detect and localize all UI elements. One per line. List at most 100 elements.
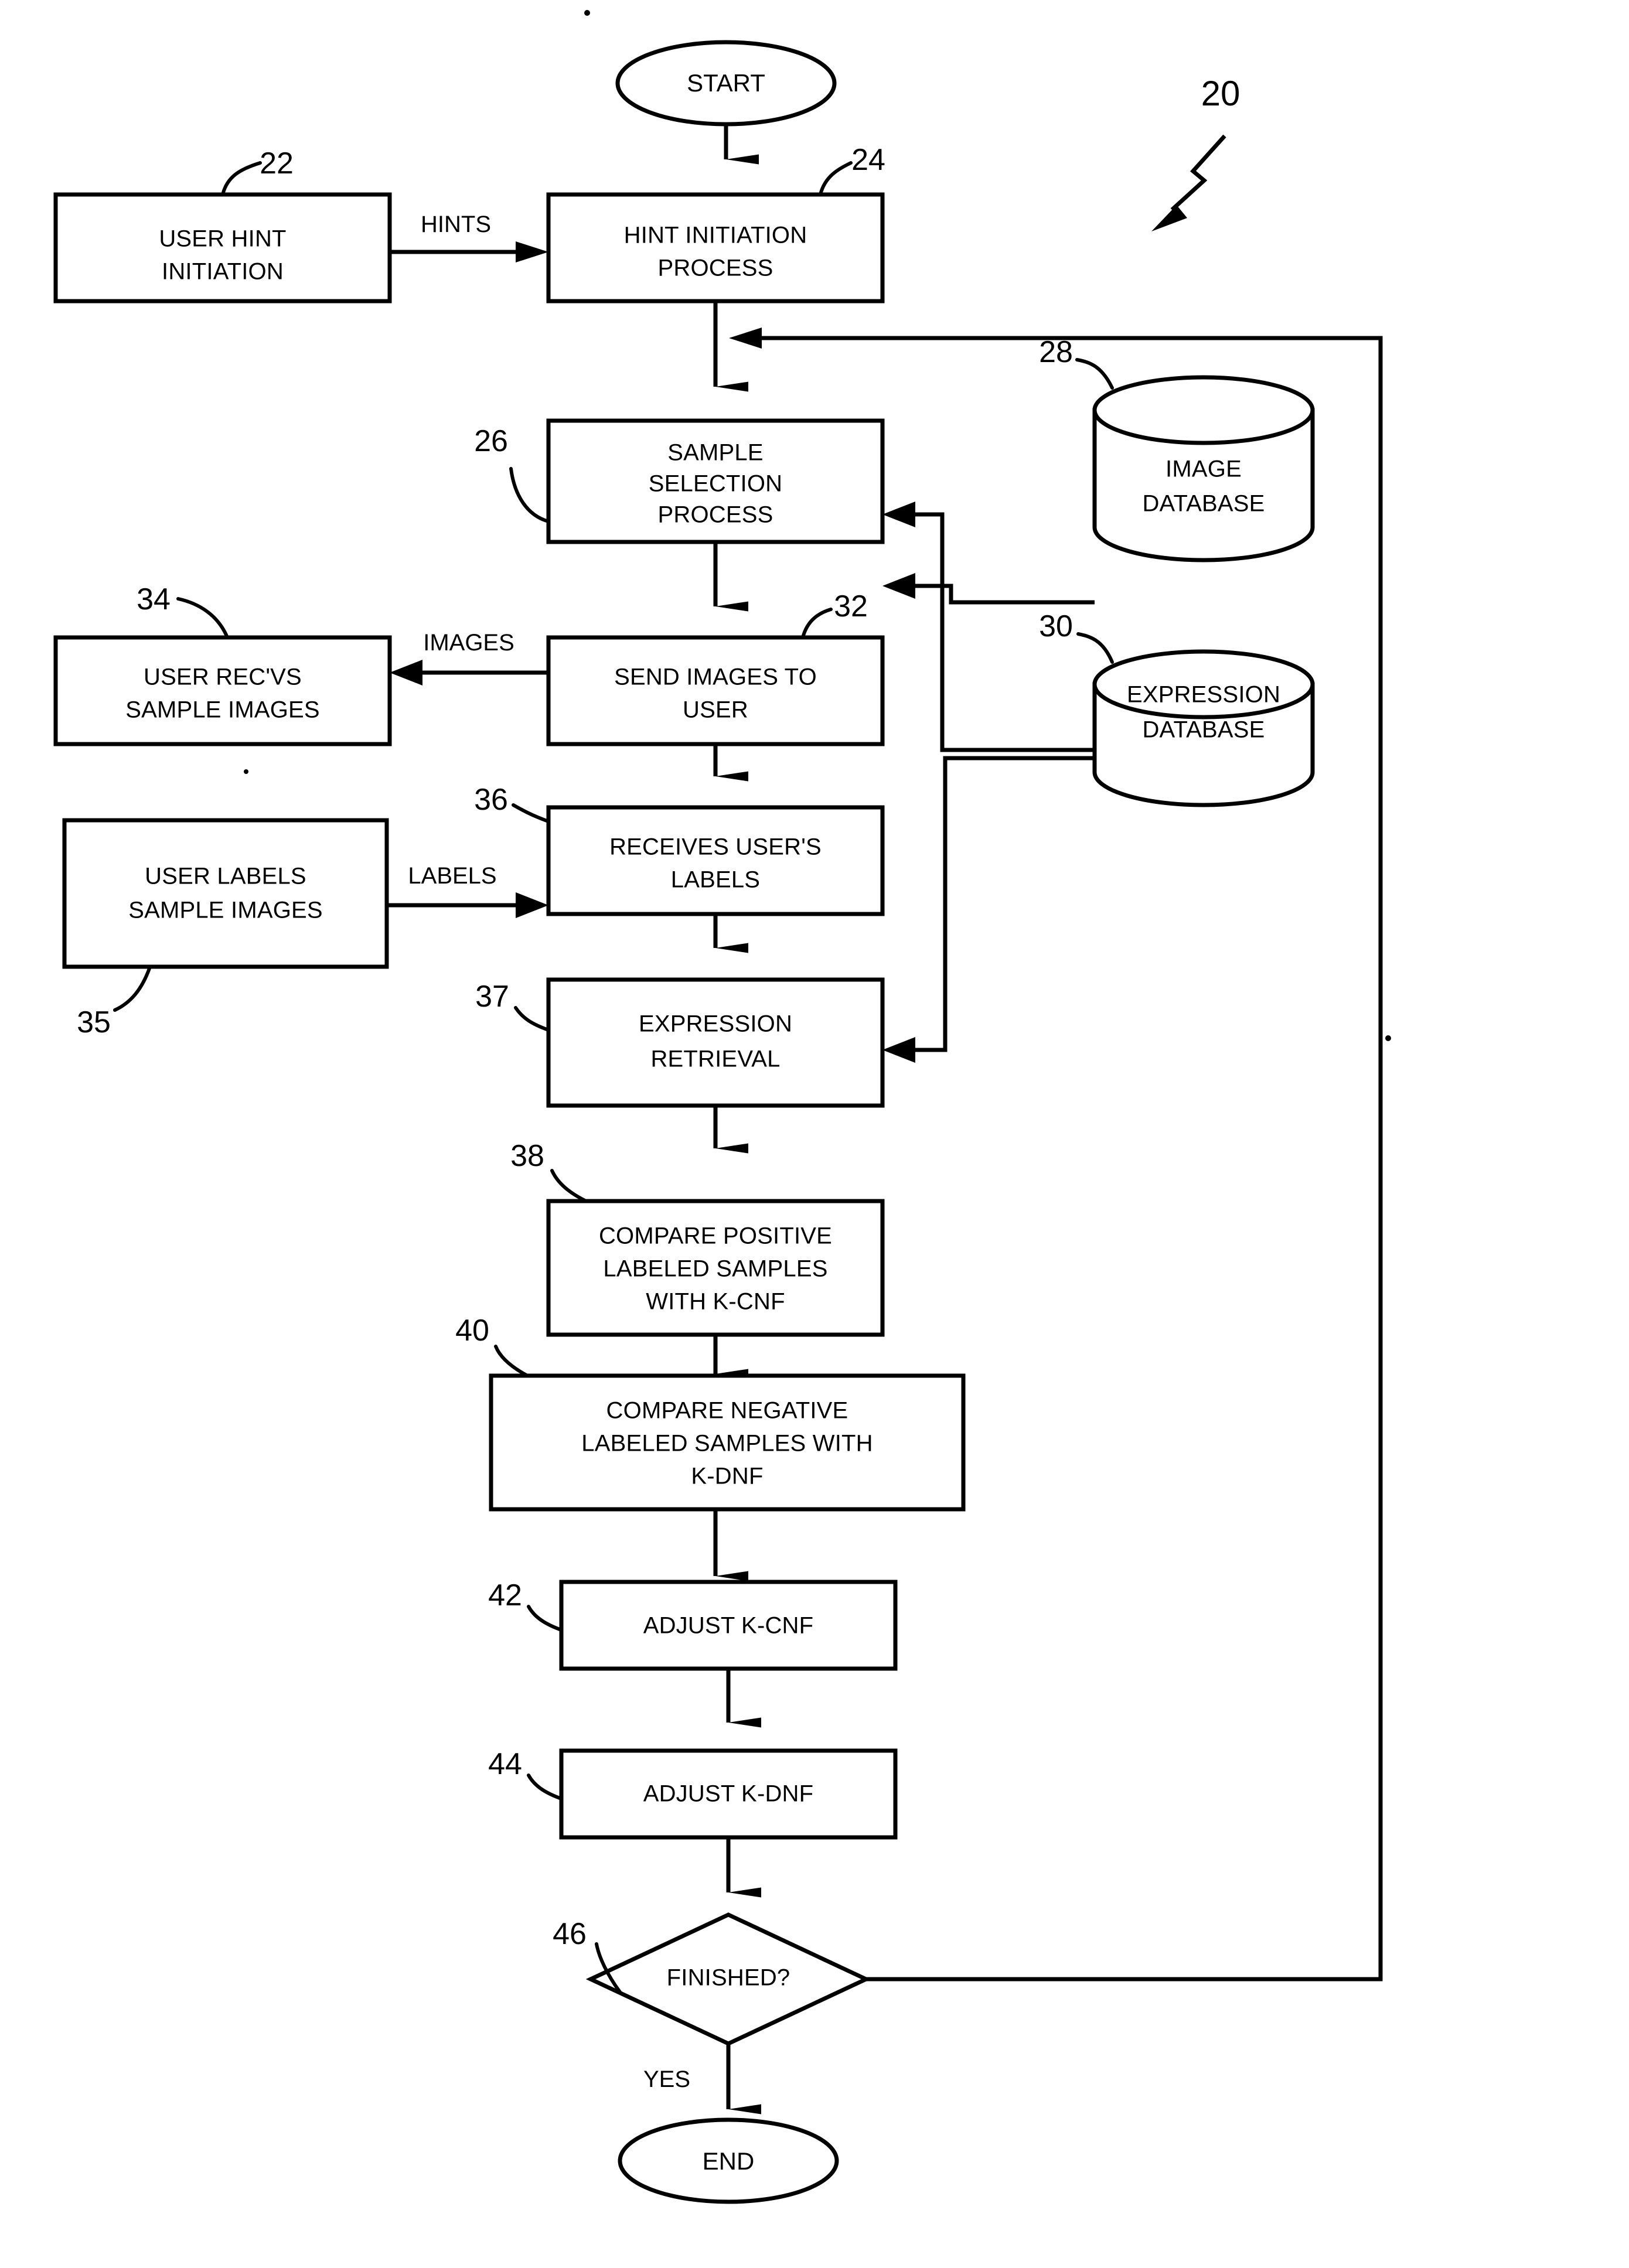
leader-line-26 [509, 467, 550, 523]
user-recvs-sample-images-box [53, 635, 392, 746]
ref-number-36: 36 [474, 783, 508, 817]
user-recvs-label-line1: USER REC'VS [144, 664, 302, 690]
feedback-loop-finished-to-sample-selection [729, 328, 1383, 1981]
expr-db-to-expr-retrieval-arrowhead [882, 1037, 915, 1063]
images-edge-arrowhead [390, 660, 422, 685]
figure-reference-20: 20 [1151, 74, 1240, 231]
hint-initiation-process-label-line2: PROCESS [657, 255, 773, 281]
edge-image-database-to-sample-selection [882, 573, 1095, 605]
node-compare-positive: COMPARE POSITIVE LABELED SAMPLES WITH K-… [510, 1139, 885, 1337]
receives-labels-line2: LABELS [671, 867, 760, 893]
lightning-leader-arrowhead [1151, 205, 1187, 231]
expression-retrieval-line2: RETRIEVAL [650, 1046, 780, 1072]
images-edge-label: IMAGES [423, 630, 514, 656]
hint-initiation-process-label-line1: HINT INITIATION [624, 223, 807, 248]
feedback-loop-path [762, 336, 1383, 1981]
compare-positive-line1: COMPARE POSITIVE [599, 1223, 832, 1249]
leader-line-24 [819, 161, 853, 196]
sample-selection-label-line2: SELECTION [649, 471, 783, 497]
edge-images: IMAGES [390, 630, 548, 685]
flowchart-canvas: 20 START USER HINT INITIATION 22 HINTS H… [53, 10, 1391, 2204]
leader-line-34 [176, 597, 229, 639]
ref-number-38: 38 [510, 1139, 544, 1173]
node-receives-users-labels: RECEIVES USER'S LABELS 36 [474, 783, 885, 916]
image-database-cylinder-top [1092, 375, 1315, 445]
node-adjust-kdnf: ADJUST K-DNF 44 [488, 1747, 898, 1840]
send-images-label-line1: SEND IMAGES TO [614, 664, 817, 690]
node-finished-decision: FINISHED? 46 [553, 1912, 871, 2046]
end-label: END [703, 2147, 755, 2175]
finished-decision-label: FINISHED? [667, 1965, 790, 1991]
start-label: START [687, 69, 765, 97]
leader-line-38 [550, 1169, 588, 1203]
leader-line-36 [512, 803, 550, 823]
expression-retrieval-box [546, 977, 885, 1108]
ref-number-40: 40 [455, 1314, 489, 1348]
node-expression-database: EXPRESSION DATABASE 30 [1039, 609, 1315, 807]
hints-edge-label: HINTS [421, 212, 491, 237]
user-labels-sample-images-box [62, 818, 389, 969]
expression-database-label-line2: DATABASE [1142, 717, 1265, 743]
node-adjust-kcnf: ADJUST K-CNF 42 [488, 1578, 898, 1671]
leader-line-37 [514, 1006, 550, 1032]
ref-number-37: 37 [475, 980, 509, 1014]
labels-edge-label: LABELS [408, 863, 496, 889]
adjust-kcnf-label: ADJUST K-CNF [643, 1613, 814, 1639]
node-end: END [618, 2117, 839, 2204]
adjust-kdnf-label: ADJUST K-DNF [643, 1781, 814, 1807]
ref-number-34: 34 [137, 582, 171, 616]
edge-expression-database-to-expression-retrieval [882, 756, 1095, 1063]
ref-number-32: 32 [834, 589, 868, 623]
ref-number-35: 35 [77, 1005, 111, 1039]
leader-line-35 [113, 965, 152, 1012]
edge-labels: LABELS [387, 863, 548, 918]
node-image-database: IMAGE DATABASE 28 [1039, 335, 1315, 562]
leader-line-30 [1076, 632, 1114, 664]
edge-hints: HINTS [390, 212, 548, 262]
node-user-hint-initiation: USER HINT INITIATION 22 [53, 146, 392, 303]
leader-line-42 [527, 1605, 563, 1632]
send-images-to-user-box [546, 635, 885, 746]
image-db-edge-arrowhead [882, 573, 915, 599]
feedback-loop-arrowhead [729, 328, 762, 349]
compare-negative-line3: K-DNF [691, 1464, 763, 1489]
user-hint-initiation-label-line2: INITIATION [162, 259, 284, 285]
ref-number-44: 44 [488, 1747, 522, 1781]
node-expression-retrieval: EXPRESSION RETRIEVAL 37 [475, 977, 885, 1108]
scan-speck [244, 769, 248, 774]
ref-number-22: 22 [260, 146, 294, 180]
receives-users-labels-box [546, 805, 885, 916]
receives-labels-line1: RECEIVES USER'S [609, 834, 822, 860]
sample-selection-label-line3: PROCESS [657, 502, 773, 528]
leader-line-40 [494, 1345, 529, 1377]
edge-finished-yes-to-end: YES [643, 2044, 761, 2114]
lightning-leader-line [1170, 134, 1226, 212]
ref-number-46: 46 [553, 1917, 587, 1951]
scan-speck [1385, 1035, 1391, 1041]
user-labels-label-line2: SAMPLE IMAGES [128, 898, 323, 923]
expression-database-label-line1: EXPRESSION [1127, 682, 1280, 708]
expr-db-to-sample-selection-arrowhead [882, 502, 915, 527]
yes-edge-label: YES [643, 2066, 690, 2092]
compare-negative-line1: COMPARE NEGATIVE [606, 1398, 848, 1424]
user-hint-initiation-label-line1: USER HINT [159, 226, 286, 252]
image-database-label-line2: DATABASE [1142, 491, 1265, 517]
labels-edge-arrowhead [516, 892, 548, 918]
node-start: START [615, 40, 837, 127]
node-hint-initiation-process: HINT INITIATION PROCESS 24 [546, 143, 885, 303]
node-sample-selection-process: SAMPLE SELECTION PROCESS 26 [474, 418, 885, 544]
expr-db-to-expr-retrieval-path [915, 756, 1095, 1052]
compare-positive-line3: WITH K-CNF [646, 1289, 785, 1315]
send-images-label-line2: USER [683, 697, 748, 723]
leader-line-32 [801, 608, 833, 639]
node-send-images-to-user: SEND IMAGES TO USER 32 [546, 589, 885, 746]
patent-figure-sheet: 20 START USER HINT INITIATION 22 HINTS H… [0, 0, 1629, 2268]
node-user-labels-sample-images: USER LABELS SAMPLE IMAGES 35 [62, 818, 389, 1039]
node-compare-negative: COMPARE NEGATIVE LABELED SAMPLES WITH K-… [455, 1314, 966, 1512]
ref-number-28: 28 [1039, 335, 1073, 369]
user-labels-label-line1: USER LABELS [145, 864, 306, 889]
hints-edge-arrowhead [516, 241, 548, 262]
scan-speck [584, 10, 590, 16]
compare-negative-line2: LABELED SAMPLES WITH [581, 1431, 873, 1457]
compare-positive-line2: LABELED SAMPLES [603, 1256, 827, 1282]
